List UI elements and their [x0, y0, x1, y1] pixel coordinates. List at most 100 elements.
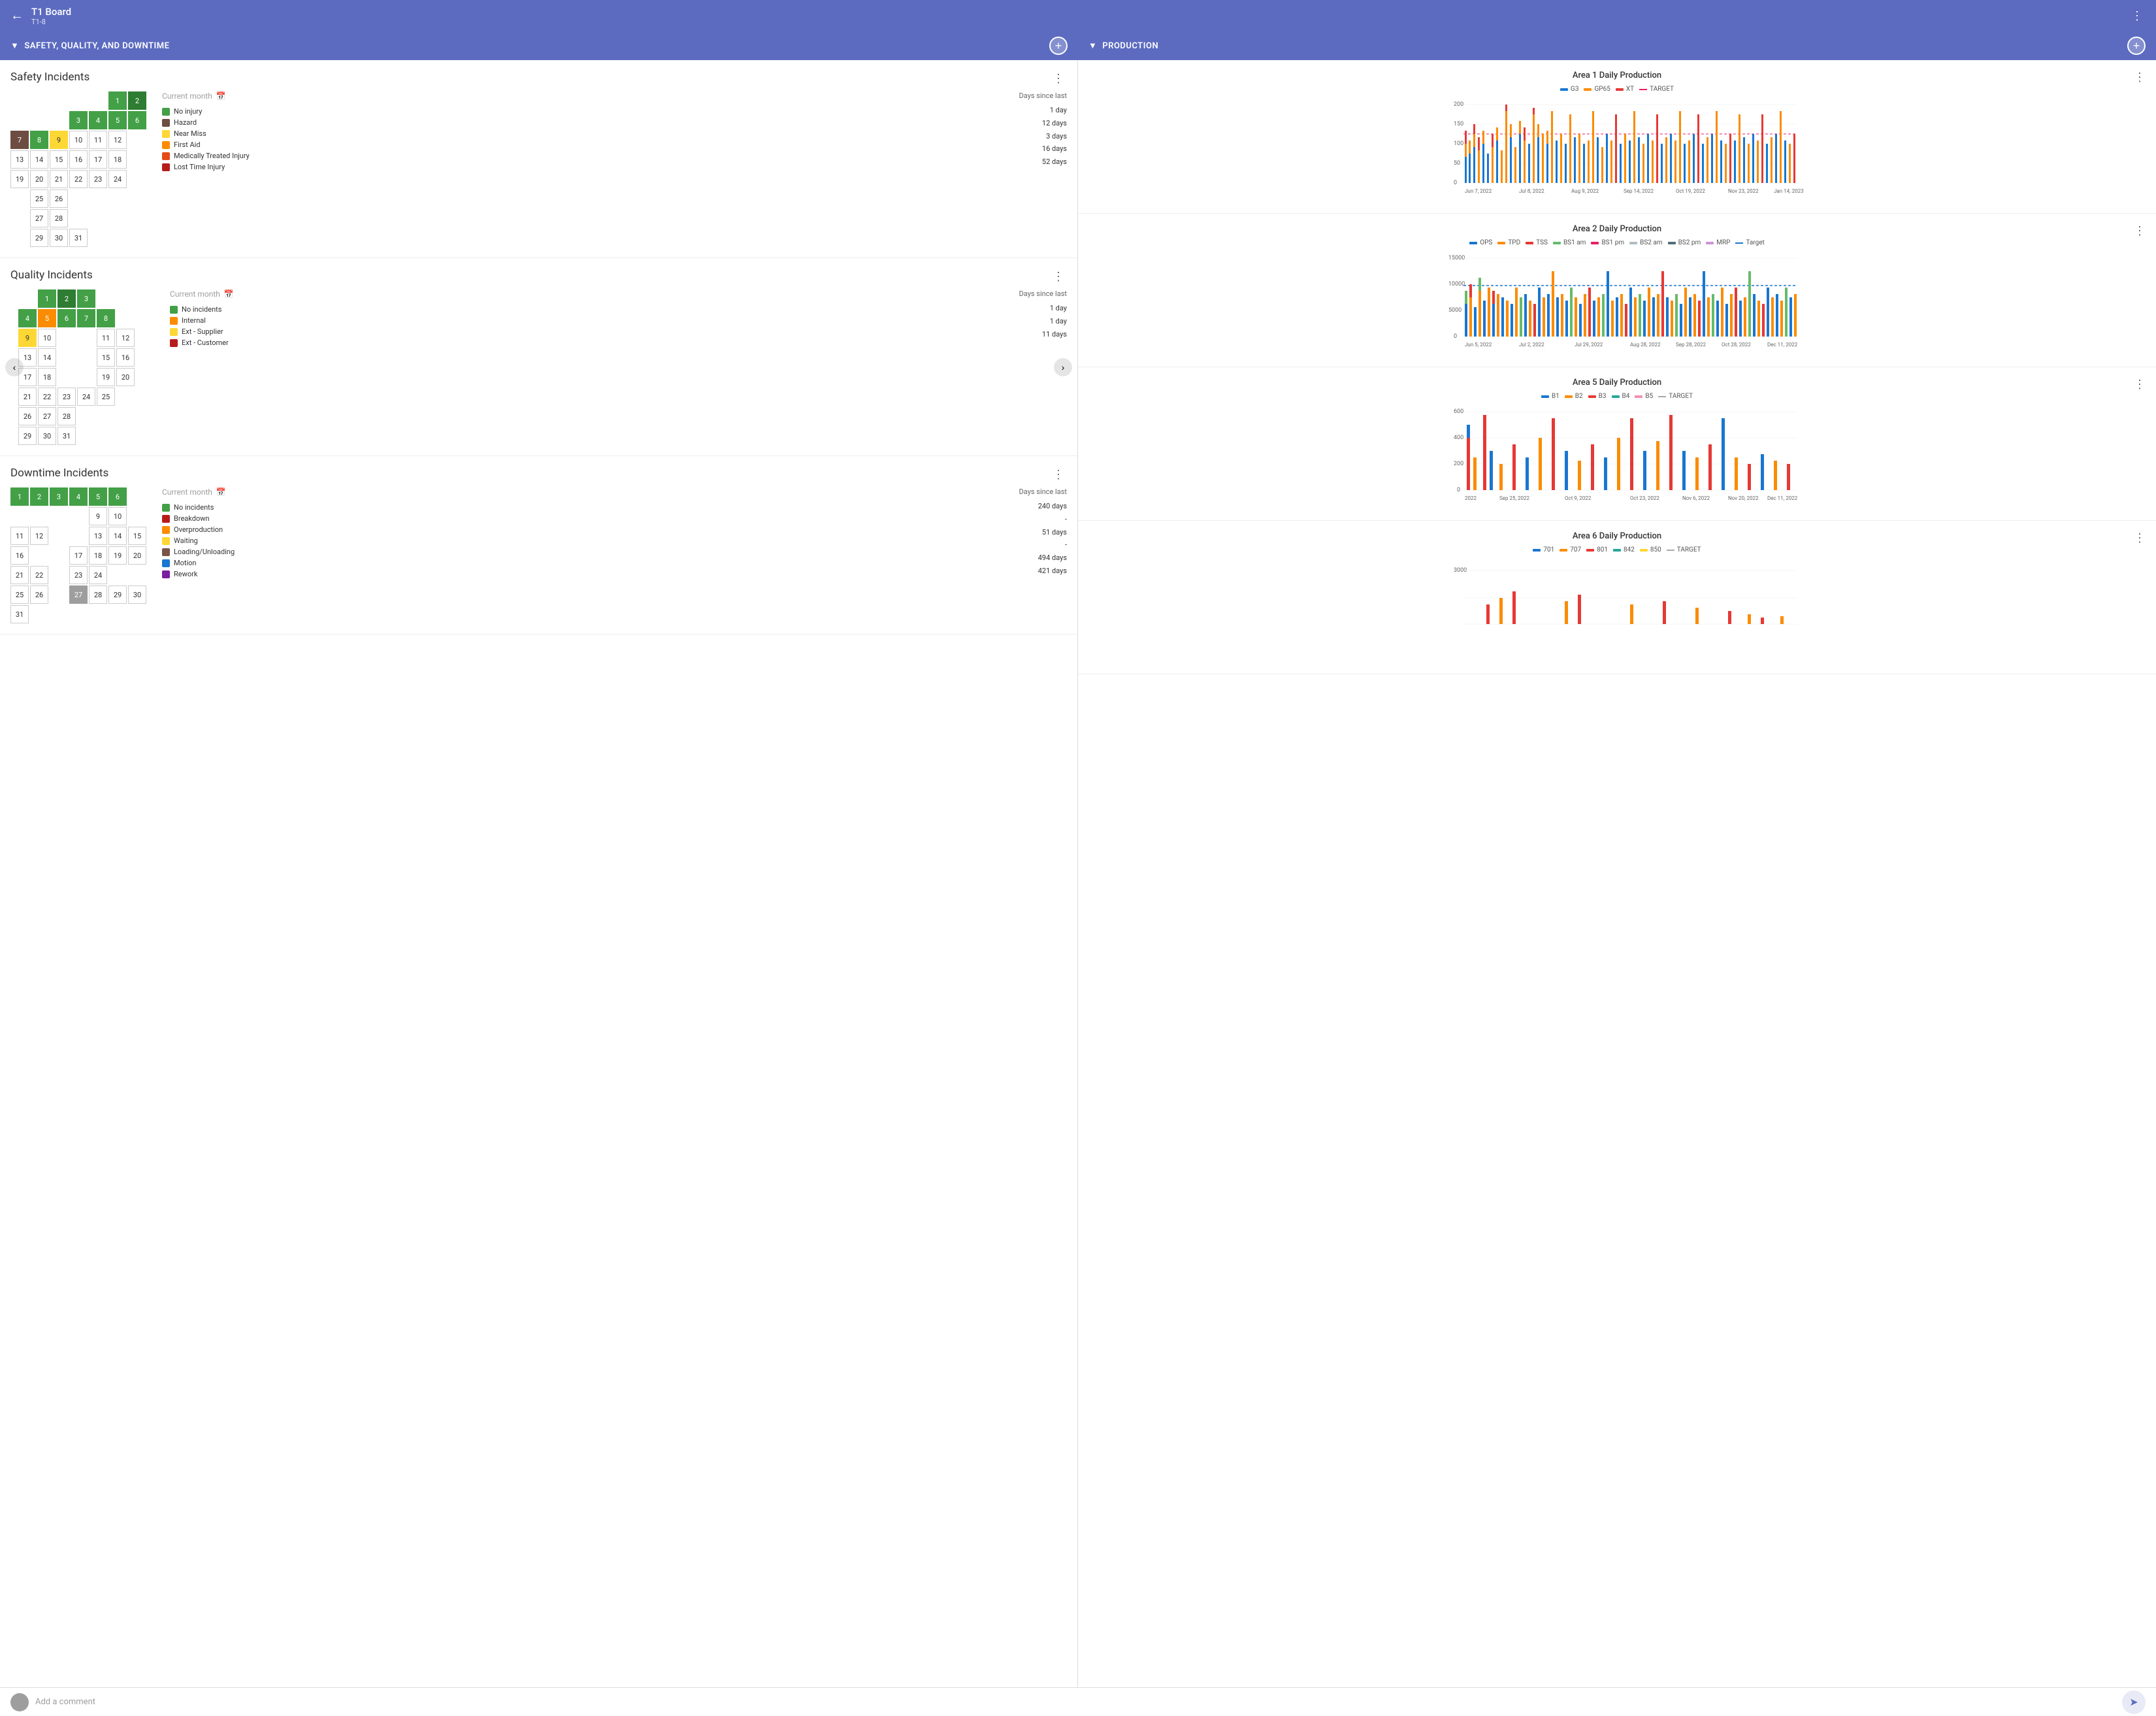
cal-empty [97, 289, 115, 308]
bs1pm-color [1591, 242, 1599, 244]
cal-cell-7: 7 [10, 131, 29, 149]
qcal-9: 9 [18, 329, 37, 347]
downtime-calendar: 1 2 3 4 5 6 9 10 11 [10, 487, 146, 623]
chevron-down-icon: ▼ [10, 41, 19, 51]
a2-bs1pm: BS1 pm [1591, 239, 1624, 246]
qcal-29: 29 [18, 427, 37, 445]
safety-month-selector[interactable]: Current month 📅 [162, 91, 1004, 101]
cal-empty [57, 348, 76, 367]
quality-next-button[interactable]: › [1054, 358, 1072, 376]
no-incidents-color [170, 306, 178, 314]
area6-svg: 3000 [1088, 559, 2146, 637]
g3-label: G3 [1571, 86, 1578, 93]
svg-text:Dec 11, 2022: Dec 11, 2022 [1767, 342, 1798, 348]
cal-empty [136, 388, 154, 406]
a6-707: 707 [1560, 546, 1581, 553]
cal-cell-1: 1 [108, 91, 127, 110]
add-right-button[interactable]: + [2127, 37, 2146, 55]
cal-empty [108, 190, 127, 208]
bs2am-color [1629, 242, 1637, 244]
near-miss-days: 12 days [1015, 117, 1067, 130]
cal-empty [30, 546, 48, 565]
a6-target: TARGET [1667, 546, 1701, 553]
701-label: 701 [1543, 546, 1554, 553]
mrp-color [1706, 242, 1714, 244]
send-button[interactable]: ➤ [2122, 1691, 2146, 1714]
area6-legend: 701 707 801 842 850 [1088, 546, 2146, 553]
qcal-4: 4 [18, 309, 37, 327]
calendar-icon-q: 📅 [224, 289, 234, 299]
a5-b2: B2 [1565, 393, 1583, 400]
bs2pm-color [1668, 242, 1676, 244]
a2-bs2pm: BS2 pm [1668, 239, 1701, 246]
qcal-19: 19 [97, 368, 115, 386]
a2-mrp: MRP [1706, 239, 1730, 246]
area6-more-button[interactable]: ⋮ [2134, 531, 2146, 545]
area2-chart-block: Area 2 Daily Production ⋮ OPS TPD TSS [1078, 214, 2156, 367]
cal-cell-9: 9 [50, 131, 68, 149]
tpd-color [1497, 242, 1505, 244]
quality-title: Quality Incidents [10, 269, 93, 282]
back-button[interactable]: ← [10, 8, 24, 24]
add-left-button[interactable]: + [1049, 37, 1068, 55]
qcal-27: 27 [38, 407, 56, 425]
legend-lti: Lost Time Injury [162, 163, 1004, 171]
842-label: 842 [1624, 546, 1635, 553]
gp65-color [1584, 88, 1592, 91]
quality-month-selector[interactable]: Current month 📅 [170, 289, 1004, 299]
quality-prev-button[interactable]: ‹ [5, 358, 24, 376]
qcal-5: 5 [38, 309, 56, 327]
breakdown-color [162, 515, 170, 523]
dcal-27: 27 [69, 586, 88, 604]
svg-text:5000: 5000 [1448, 307, 1462, 314]
dcal-3: 3 [50, 487, 68, 506]
cal-empty [50, 546, 68, 565]
legend-internal: Internal [170, 316, 1004, 325]
cal-cell-19: 19 [10, 170, 29, 188]
cal-empty [89, 209, 107, 227]
area1-more-button[interactable]: ⋮ [2134, 71, 2146, 84]
qcal-7: 7 [77, 309, 95, 327]
ext-supplier-color [170, 328, 178, 336]
svg-text:Oct 23, 2022: Oct 23, 2022 [1630, 495, 1659, 501]
cal-cell-28: 28 [50, 209, 68, 227]
bs2pm-label: BS2 pm [1678, 239, 1701, 246]
svg-text:Oct 28, 2022: Oct 28, 2022 [1722, 342, 1751, 348]
no-injury-label: No injury [174, 107, 202, 116]
cal-empty [77, 329, 95, 347]
right-section-title: PRODUCTION [1102, 41, 1158, 51]
svg-text:100: 100 [1454, 140, 1463, 147]
svg-text:10000: 10000 [1448, 281, 1465, 288]
safety-more-button[interactable]: ⋮ [1050, 71, 1067, 87]
no-incidents-d-color [162, 504, 170, 512]
safety-days-values: 1 day 12 days 3 days 16 days 52 days [1015, 104, 1067, 169]
downtime-month-selector[interactable]: Current month 📅 [162, 487, 1004, 497]
cal-empty [108, 566, 127, 584]
first-aid-label: First Aid [174, 140, 201, 149]
chevron-down-icon-right: ▼ [1088, 41, 1097, 51]
area1-chart-block: Area 1 Daily Production ⋮ G3 GP65 XT [1078, 60, 2156, 214]
downtime-days-values: 240 days - 51 days - 494 days 421 days [1015, 500, 1067, 578]
bs1am-label: BS1 am [1563, 239, 1586, 246]
waiting-color [162, 537, 170, 545]
quality-more-button[interactable]: ⋮ [1050, 269, 1067, 285]
qcal-24: 24 [77, 388, 95, 406]
area2-more-button[interactable]: ⋮ [2134, 224, 2146, 238]
area5-more-button[interactable]: ⋮ [2134, 378, 2146, 391]
overproduction-days: - [1015, 513, 1067, 526]
waiting-days: 51 days [1015, 526, 1067, 539]
lti-label: Lost Time Injury [174, 163, 225, 171]
a2-ops: OPS [1469, 239, 1492, 246]
area2-chart-title: Area 2 Daily Production [1088, 224, 2146, 234]
qcal-6: 6 [57, 309, 76, 327]
area2-svg: 15000 10000 5000 0 [1088, 252, 2146, 350]
add-comment-label[interactable]: Add a comment [35, 1697, 95, 1707]
safety-legend: Current month 📅 No injury Hazard Near Mi… [157, 91, 1004, 174]
top-more-button[interactable]: ⋮ [2129, 8, 2146, 24]
cal-empty [128, 150, 146, 169]
downtime-more-button[interactable]: ⋮ [1050, 467, 1067, 483]
cal-empty [10, 209, 29, 227]
a2-tss: TSS [1526, 239, 1548, 246]
legend-near-miss: Near Miss [162, 129, 1004, 138]
cal-cell-25: 25 [30, 190, 48, 208]
